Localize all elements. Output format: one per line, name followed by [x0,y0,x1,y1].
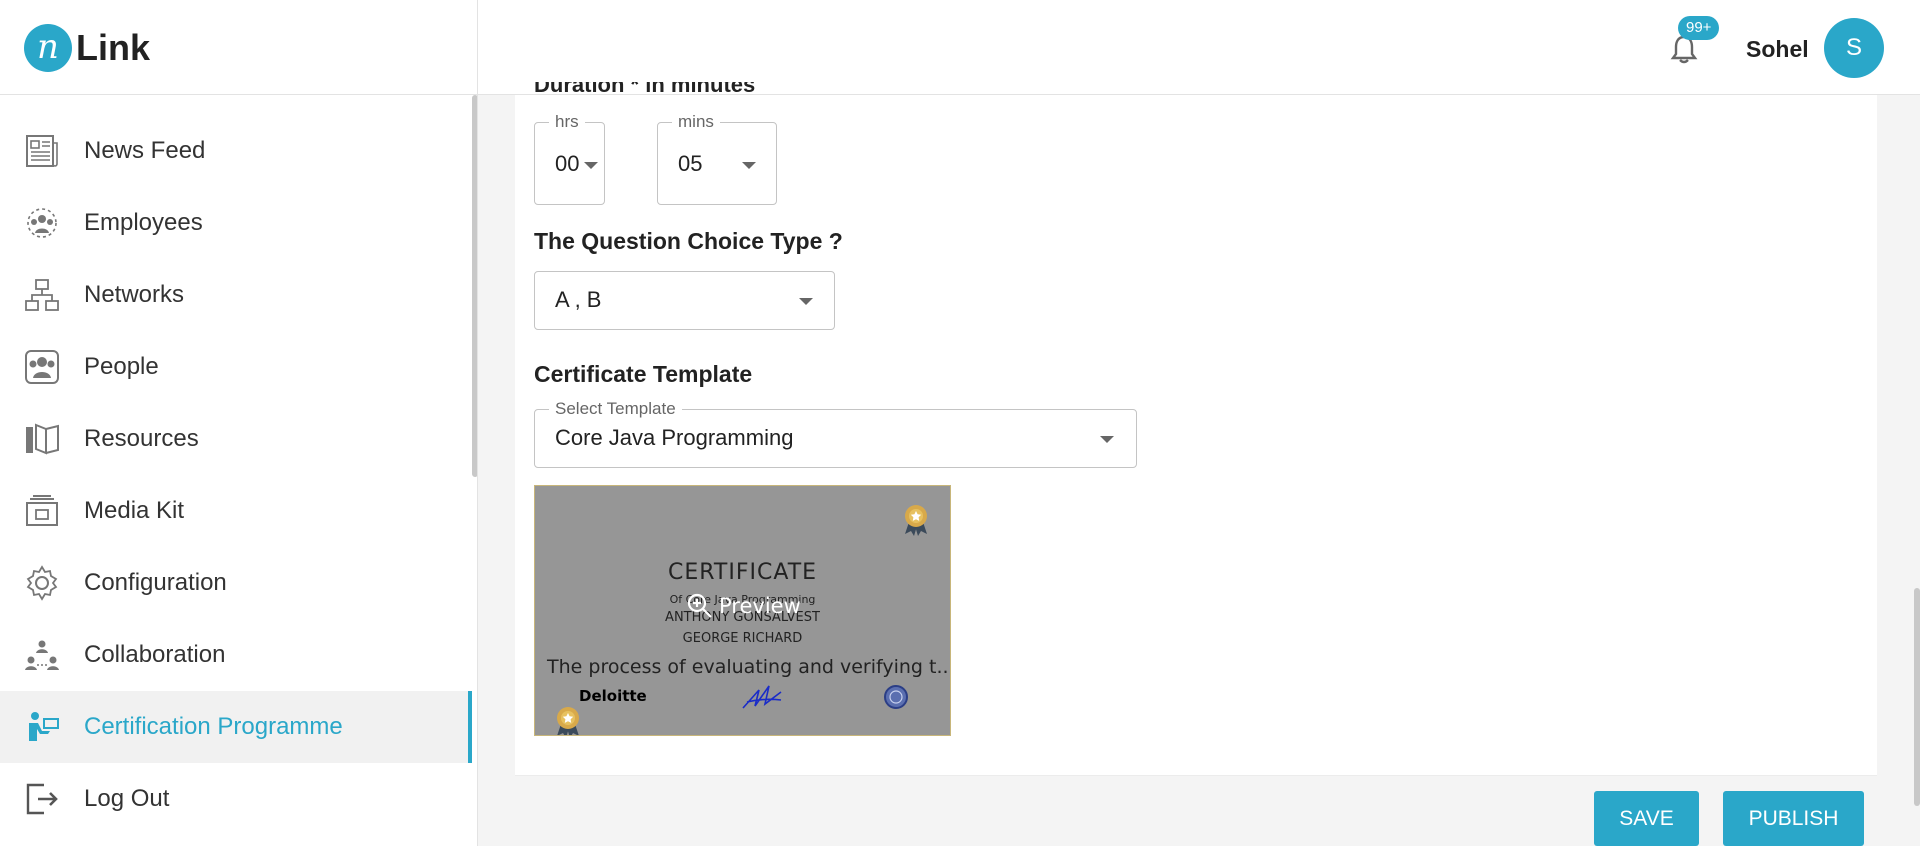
certificate-name-2: GEORGE RICHARD [682,631,803,646]
sidebar-item-resources[interactable]: Resources [0,403,472,475]
people-icon [25,350,59,384]
sidebar-item-configuration[interactable]: Configuration [0,547,472,619]
certificate-body-text: The process of evaluating and verifying … [547,656,951,678]
collaboration-icon [25,640,59,670]
sidebar-item-log-out[interactable]: Log Out [0,763,472,835]
sidebar-item-news-feed[interactable]: News Feed [0,115,472,187]
logout-icon [26,783,58,815]
hours-select[interactable]: hrs 00 [534,112,605,205]
preview-label: Preview [719,594,801,618]
sidebar-item-label: Media Kit [84,497,185,524]
sidebar-item-label: Configuration [84,569,227,596]
template-legend: Select Template [549,399,682,419]
sidebar-item-label: Networks [84,281,185,308]
brand-logo-area[interactable]: n Link [0,0,478,95]
brand-name: Link [76,27,151,68]
media-kit-icon [26,495,58,526]
sidebar-item-label: Log Out [84,785,170,812]
certification-icon [29,712,59,741]
medal-icon [905,505,927,536]
sidebar-item-networks[interactable]: Networks [0,259,472,331]
zoom-in-icon [687,593,712,618]
employees-icon [27,208,57,238]
sidebar-scrollbar[interactable] [472,95,477,477]
template-value: Core Java Programming [555,425,794,450]
duration-heading: Duration * in minutes [534,82,756,95]
company-logo: Deloitte [579,687,647,705]
sidebar: News Feed Employees Networks People Reso… [0,95,478,846]
news-feed-icon [26,135,58,167]
chevron-down-icon [1100,436,1114,443]
sidebar-item-label: News Feed [84,137,206,164]
sidebar-item-collaboration[interactable]: Collaboration [0,619,472,691]
sidebar-item-employees[interactable]: Employees [0,187,472,259]
networks-icon [25,279,59,311]
gear-icon [26,565,58,601]
signature-image [742,685,782,709]
page-scrollbar[interactable] [1914,588,1920,806]
minutes-legend: mins [672,112,720,132]
notification-badge: 99+ [1678,16,1720,40]
certificate-template-label: Certificate Template [534,361,753,387]
hours-value: 00 [555,151,580,176]
question-choice-label: The Question Choice Type ? [534,228,843,254]
chevron-down-icon [584,162,598,169]
user-name[interactable]: Sohel [1746,36,1809,63]
hours-legend: hrs [549,112,585,132]
sidebar-item-media-kit[interactable]: Media Kit [0,475,472,547]
certificate-title: CERTIFICATE [667,560,818,585]
certificate-preview[interactable]: CERTIFICATE Of Core Java Programming ANT… [534,485,951,736]
logo-icon: n [24,24,72,72]
save-button[interactable]: SAVE [1594,791,1699,846]
sidebar-item-people[interactable]: People [0,331,472,403]
chevron-down-icon [742,162,756,169]
sidebar-item-label: Employees [84,209,203,236]
medal-icon [557,707,579,735]
template-select[interactable]: Select Template Core Java Programming [534,399,1137,468]
question-choice-select[interactable]: A , B [534,271,835,330]
avatar[interactable]: S [1824,18,1884,78]
top-bar [478,0,1920,95]
preview-button[interactable]: Preview [687,593,801,619]
minutes-select[interactable]: mins 05 [657,112,777,205]
sidebar-item-certification-programme[interactable]: Certification Programme [0,691,472,763]
question-choice-value: A , B [555,287,602,312]
sidebar-item-label: Certification Programme [84,713,343,740]
resources-icon [26,423,59,455]
sidebar-item-label: People [84,353,159,380]
publish-button[interactable]: PUBLISH [1723,791,1864,846]
sidebar-item-label: Resources [84,425,199,452]
seal-icon [884,685,908,709]
minutes-value: 05 [678,151,703,176]
chevron-down-icon [799,298,813,305]
sidebar-item-label: Collaboration [84,641,226,668]
